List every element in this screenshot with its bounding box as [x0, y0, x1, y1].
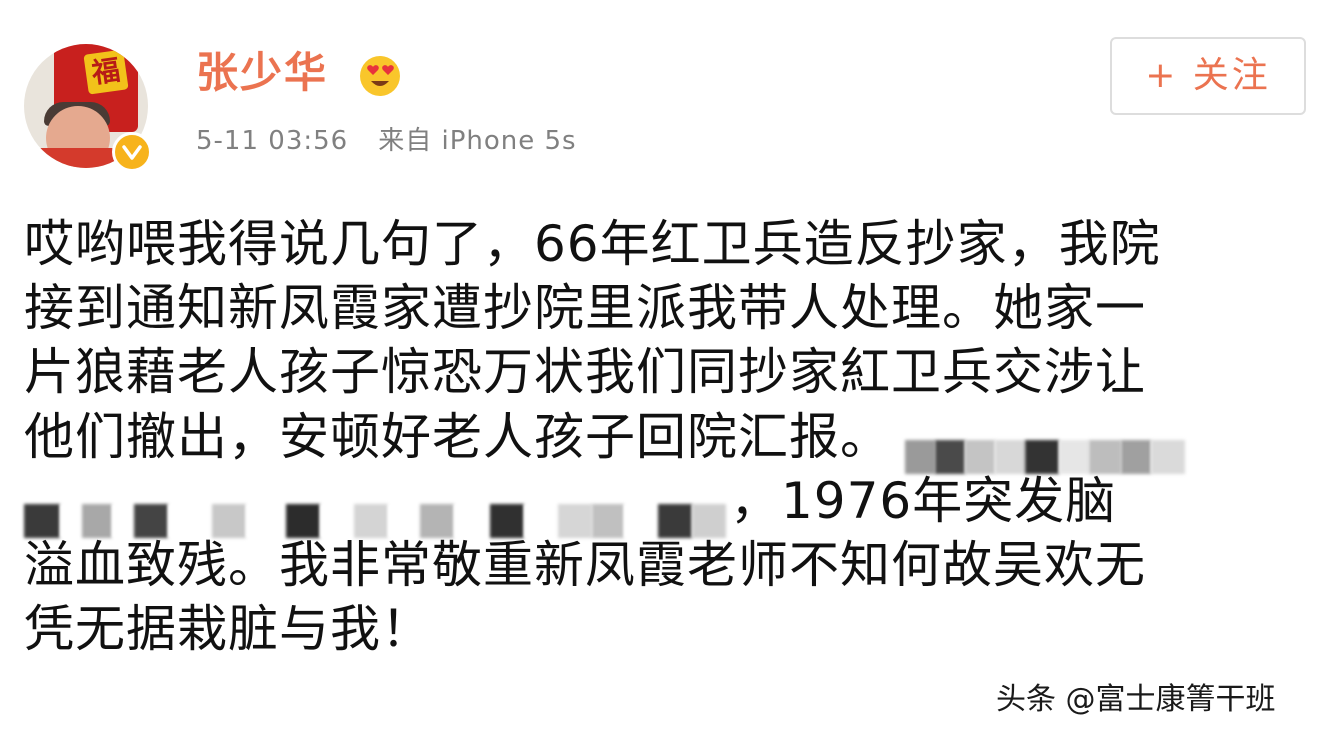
post-line: 哎哟喂我得说几句了，66年红卫兵造反抄家，我院: [24, 215, 1161, 273]
post-line: 他们撤出，安顿好老人孩子回院汇报。: [24, 405, 1314, 474]
post-meta: 5-11 03:56 来自 iPhone 5s: [196, 124, 577, 158]
post-line: ，1976年突发脑: [24, 469, 1314, 538]
username[interactable]: 张少华: [196, 48, 328, 98]
avatar-poster-char: 福: [83, 49, 129, 95]
watermark: 头条 @富士康箐干班: [996, 682, 1276, 717]
post-body: 哎哟喂我得说几句了，66年红卫兵造反抄家，我院 接到通知新凤霞家遭抄院里派我带人…: [24, 212, 1314, 661]
post-time: 5-11 03:56: [196, 126, 349, 156]
post-line-text: ，1976年突发脑: [730, 471, 1117, 530]
post-source[interactable]: 来自 iPhone 5s: [378, 126, 576, 156]
verified-icon: [112, 132, 152, 172]
heart-eyes-emoji-icon: [356, 50, 404, 98]
censor-mosaic: [24, 485, 726, 538]
post-line: 接到通知新凤霞家遭抄院里派我带人处理。她家一: [24, 279, 1146, 338]
weibo-post: 福 张少华 5-11 03:56 来自 iPhone 5s + 关注 哎哟喂我得说…: [0, 0, 1330, 740]
post-line: 溢血致残。我非常敬重新凤霞老师不知何故吴欢无: [24, 535, 1146, 594]
post-line: 凭无据栽脏与我！: [24, 600, 432, 659]
post-line: 片狼藉老人孩子惊恐万状我们同抄家紅卫兵交涉让: [24, 343, 1146, 402]
post-line-text: 他们撤出，安顿好老人孩子回院汇报。: [24, 407, 891, 466]
censor-mosaic: [905, 421, 1185, 474]
follow-button[interactable]: + 关注: [1110, 37, 1306, 115]
